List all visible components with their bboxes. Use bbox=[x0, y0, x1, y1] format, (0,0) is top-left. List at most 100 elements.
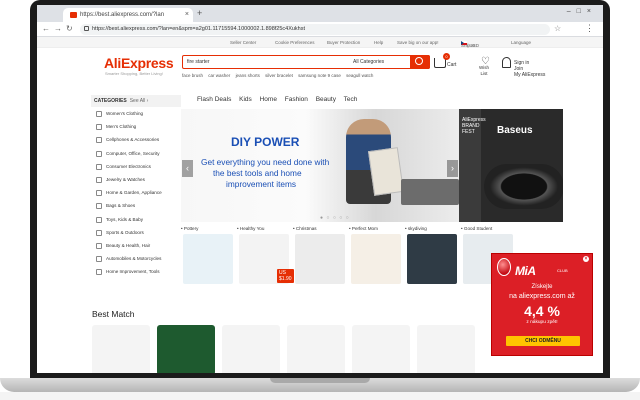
category-label: Sports & Outdoors bbox=[106, 229, 144, 235]
tile-image bbox=[351, 234, 401, 284]
my-aliexpress-link[interactable]: My AliExpress bbox=[514, 72, 545, 78]
nav-kids[interactable]: Kids bbox=[239, 96, 252, 103]
nav-beauty[interactable]: Beauty bbox=[316, 96, 336, 103]
app-promo-link[interactable]: Save big on our app! bbox=[397, 40, 439, 45]
category-item[interactable]: Jewelry & Watches bbox=[91, 174, 181, 187]
price-tag: US $1.90 bbox=[277, 269, 294, 283]
nav-fashion[interactable]: Fashion bbox=[285, 96, 308, 103]
account-links[interactable]: Sign in Join My AliExpress bbox=[514, 60, 545, 78]
wish-line-1: Wish bbox=[479, 65, 489, 70]
theme-tile[interactable]: • skydiving bbox=[405, 226, 459, 286]
search-button[interactable] bbox=[410, 54, 430, 69]
bookmark-star-icon[interactable]: ☆ bbox=[554, 24, 561, 33]
tile-label: • Christmas bbox=[293, 226, 317, 231]
brand-fest-banner[interactable]: AliExpress BRAND FEST Baseus bbox=[459, 109, 563, 222]
cookie-preferences-link[interactable]: Cookie Preferences bbox=[275, 40, 315, 45]
hot-word-link[interactable]: face brush bbox=[182, 73, 203, 78]
search-category-select[interactable]: All Categories bbox=[353, 59, 384, 65]
hot-word-link[interactable]: silver bracelet bbox=[265, 73, 293, 78]
hot-word-link[interactable]: car washer bbox=[208, 73, 230, 78]
see-all-link[interactable]: See All › bbox=[130, 98, 149, 104]
window-controls[interactable]: –□× bbox=[567, 8, 597, 15]
help-link[interactable]: Help bbox=[374, 40, 383, 45]
search-box[interactable]: fire starter All Categories bbox=[182, 54, 430, 69]
category-item[interactable]: Consumer Electronics bbox=[91, 161, 181, 174]
theme-tile[interactable]: • Healthy You US $1.90 bbox=[237, 226, 294, 286]
new-tab-button[interactable]: + bbox=[197, 8, 202, 18]
mia-cashback-percent: 4,4 % bbox=[524, 303, 560, 319]
mia-club-label: CLUB bbox=[557, 268, 568, 273]
cart-count-badge: 0 bbox=[443, 53, 450, 60]
category-item[interactable]: Women's Clothing bbox=[91, 108, 181, 121]
product-card[interactable] bbox=[287, 325, 345, 373]
category-label: Beauty & Health, Hair bbox=[106, 242, 151, 248]
product-card[interactable] bbox=[157, 325, 215, 373]
language-link[interactable]: Language bbox=[511, 40, 531, 45]
forward-icon[interactable]: → bbox=[54, 24, 62, 33]
wish-list-link[interactable]: Wish List bbox=[479, 65, 489, 76]
category-label: Automobiles & Motorcycles bbox=[106, 256, 162, 262]
banner-pagination-dots[interactable]: ● ○ ○ ○ ○ bbox=[320, 215, 350, 221]
categories-header[interactable]: CATEGORIES See All › bbox=[91, 95, 181, 107]
browser-menu-icon[interactable]: ⋮ bbox=[585, 23, 594, 34]
theme-tile[interactable]: • Pottery bbox=[181, 226, 235, 286]
browser-tab[interactable]: https://best.aliexpress.com/?lan × bbox=[63, 8, 193, 22]
banner-next-button[interactable]: › bbox=[447, 160, 458, 177]
reload-icon[interactable]: ↻ bbox=[66, 24, 73, 33]
category-item[interactable]: Beauty & Health, Hair bbox=[91, 240, 181, 253]
tile-label: • Healthy You bbox=[237, 226, 265, 231]
nav-home[interactable]: Home bbox=[260, 96, 277, 103]
theme-tile[interactable]: • Perfect Mom bbox=[349, 226, 403, 286]
product-card[interactable] bbox=[222, 325, 280, 373]
category-icon bbox=[96, 150, 102, 157]
category-icon bbox=[96, 216, 102, 223]
category-item[interactable]: Home & Garden, Appliance bbox=[91, 187, 181, 200]
back-icon[interactable]: ← bbox=[42, 24, 50, 33]
theme-tile[interactable]: • Christmas bbox=[293, 226, 347, 286]
url-text: https://best.aliexpress.com/?lan=en&spm=… bbox=[92, 26, 306, 32]
close-tab-icon[interactable]: × bbox=[185, 11, 189, 18]
category-item[interactable]: Sports & Outdoors bbox=[91, 227, 181, 240]
hero-banner[interactable]: DIY POWER Get everything you need done w… bbox=[181, 109, 459, 222]
ship-to-link[interactable]: Ship to / USD bbox=[461, 40, 479, 48]
category-item[interactable]: Toys, Kids & Baby bbox=[91, 214, 181, 227]
seller-center-link[interactable]: Seller Center bbox=[230, 40, 256, 45]
banner-line-1: Get everything you need done with bbox=[201, 157, 330, 167]
category-item[interactable]: Bags & Shoes bbox=[91, 200, 181, 213]
tile-image bbox=[295, 234, 345, 284]
category-item[interactable]: Home Improvement, Tools bbox=[91, 266, 181, 279]
tile-image bbox=[183, 234, 233, 284]
category-item[interactable]: Automobiles & Motorcycles bbox=[91, 253, 181, 266]
category-item[interactable]: Cellphones & Accessories bbox=[91, 134, 181, 147]
category-item[interactable]: Computer, Office, Security bbox=[91, 148, 181, 161]
nav-flash-deals[interactable]: Flash Deals bbox=[197, 96, 231, 103]
category-label: Cellphones & Accessories bbox=[106, 137, 160, 143]
category-item[interactable]: Men's Clothing bbox=[91, 121, 181, 134]
banner-prev-button[interactable]: ‹ bbox=[182, 160, 193, 177]
url-input[interactable]: https://best.aliexpress.com/?lan=en&spm=… bbox=[80, 24, 550, 35]
category-icon bbox=[96, 124, 102, 131]
category-label: Bags & Shoes bbox=[106, 203, 136, 209]
best-match-heading: Best Match bbox=[92, 309, 135, 319]
category-icon bbox=[96, 190, 102, 197]
nav-tech[interactable]: Tech bbox=[344, 96, 358, 103]
category-label: Jewelry & Watches bbox=[106, 176, 145, 182]
product-card[interactable] bbox=[352, 325, 410, 373]
hot-word-link[interactable]: samsung note 9 case bbox=[298, 73, 341, 78]
product-card[interactable] bbox=[92, 325, 150, 373]
categories-title: CATEGORIES bbox=[94, 98, 127, 104]
laptop-shadow bbox=[0, 392, 640, 400]
hot-word-link[interactable]: seagull watch bbox=[346, 73, 373, 78]
hot-word-link[interactable]: jeans shorts bbox=[236, 73, 260, 78]
claim-reward-button[interactable]: CHCI ODMĚNU bbox=[506, 336, 580, 346]
user-icon[interactable] bbox=[502, 57, 511, 68]
close-icon[interactable]: × bbox=[583, 256, 589, 262]
search-input[interactable]: fire starter bbox=[187, 59, 210, 65]
category-icon bbox=[96, 137, 102, 144]
category-label: Computer, Office, Security bbox=[106, 150, 160, 156]
buyer-protection-link[interactable]: Buyer Protection bbox=[327, 40, 360, 45]
aliexpress-logo[interactable]: AliExpress bbox=[104, 55, 174, 71]
laptop-notch bbox=[270, 378, 370, 383]
product-card[interactable] bbox=[417, 325, 475, 373]
cart-label[interactable]: Cart bbox=[447, 62, 456, 68]
